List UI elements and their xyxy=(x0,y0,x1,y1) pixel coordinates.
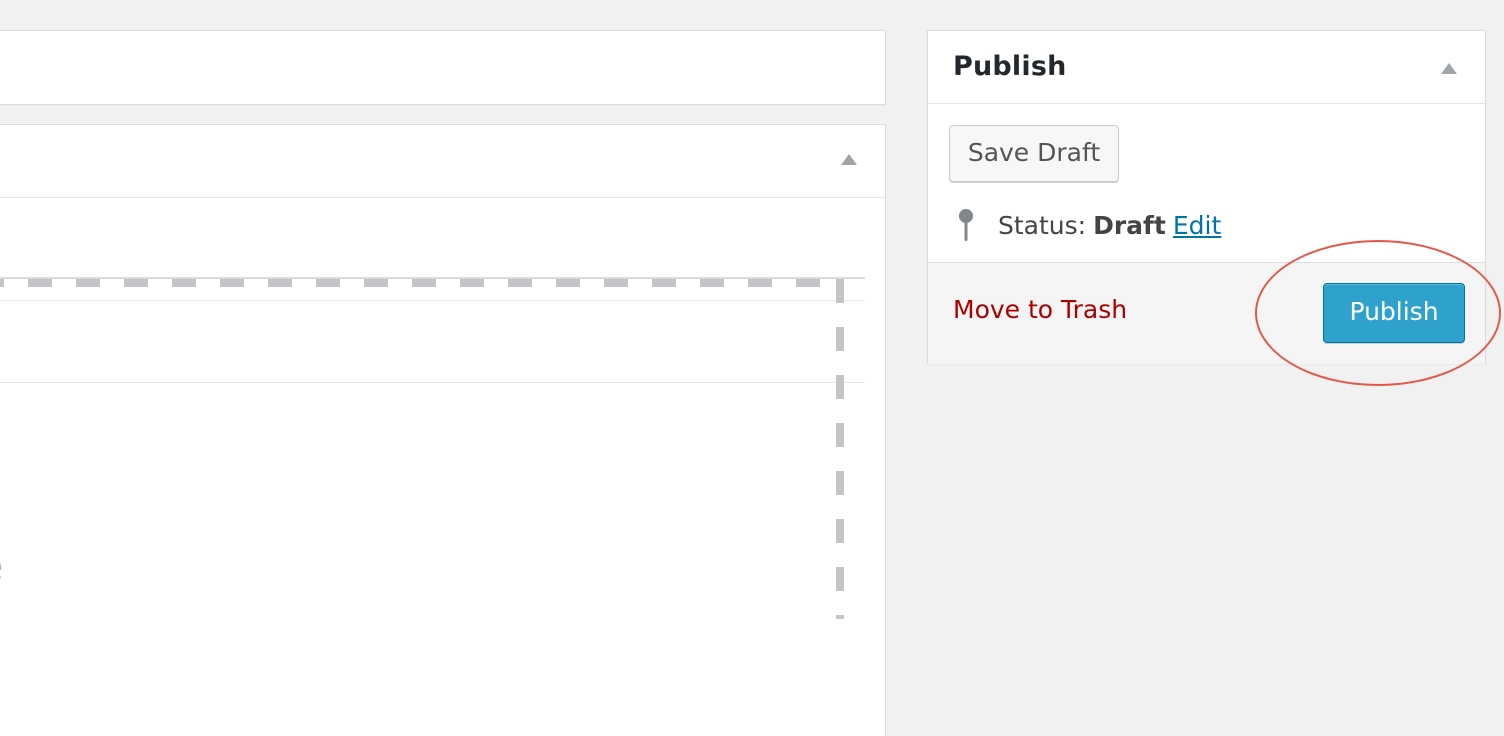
post-title-input[interactable] xyxy=(0,30,886,105)
publish-button[interactable]: Publish xyxy=(1323,283,1465,343)
upload-dropzone[interactable] xyxy=(0,279,870,619)
editor-panel-header xyxy=(0,125,885,198)
post-status-row: Status: Draft Edit xyxy=(956,205,1221,245)
publish-actions: Move to Trash Publish xyxy=(928,262,1485,364)
publish-metabox: Publish Save Draft Status: Draft Edit Mo… xyxy=(927,30,1486,364)
move-to-trash-link[interactable]: Move to Trash xyxy=(953,295,1127,324)
pin-icon xyxy=(956,207,976,243)
dropzone-hint-text: e xyxy=(0,545,3,589)
collapse-toggle-icon[interactable] xyxy=(841,154,857,165)
collapse-toggle-icon[interactable] xyxy=(1441,63,1457,74)
save-draft-button[interactable]: Save Draft xyxy=(949,125,1119,182)
publish-metabox-title: Publish xyxy=(953,51,1067,82)
publish-metabox-header: Publish xyxy=(928,31,1485,104)
edit-status-link[interactable]: Edit xyxy=(1173,211,1221,240)
status-value: Draft xyxy=(1093,210,1166,240)
post-editor-page: e Publish Save Draft Status: Draft Edit … xyxy=(0,0,1504,736)
status-label: Status: xyxy=(998,210,1087,240)
